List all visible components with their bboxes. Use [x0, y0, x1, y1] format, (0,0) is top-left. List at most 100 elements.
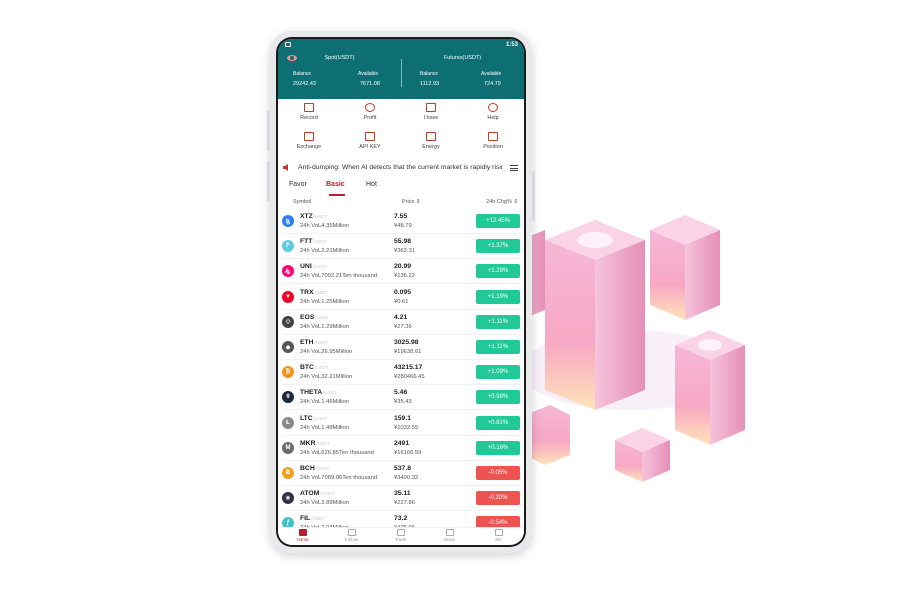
coin-symbol-text: LTC — [300, 414, 313, 422]
table-row[interactable]: ◇ EOS/USDT 24h VoL1.29Million 4.21 ¥27.36 +1.… — [278, 310, 524, 335]
table-row[interactable]: ⚛ ATOM/USDT 24h VoL3.89Million 35.11 ¥227.86… — [278, 486, 524, 512]
menu-icon[interactable] — [510, 165, 518, 171]
table-row[interactable]: M MKR/USDT 24h VoL626.85Ten thousand 2491 ¥1… — [278, 436, 524, 461]
table-row[interactable]: F FTT/USDT 24h VoL2.21Million 55.98 ¥363.31 +… — [278, 234, 524, 260]
record-icon — [304, 103, 314, 112]
nav-me[interactable]: Me — [474, 529, 523, 542]
change-badge[interactable]: +1.11% — [476, 340, 520, 354]
quote-suffix: /USDT — [313, 214, 328, 219]
futures-account[interactable]: Futures(USDT) Balance 1112.93 Available … — [401, 53, 524, 97]
coin-symbol-text: ATOM — [300, 490, 320, 498]
quote-suffix: /USDT — [323, 390, 337, 396]
coin-symbol-text: XTZ — [300, 213, 313, 220]
nav-follow[interactable]: Follow — [327, 529, 376, 542]
change-badge[interactable]: -0.05% — [476, 466, 520, 480]
quick-exchange[interactable]: Exchange — [278, 130, 340, 158]
coin-symbol: ETH/USDT — [300, 339, 328, 346]
coin-symbol-text: TRX — [300, 288, 314, 296]
nav-trade[interactable]: Trade — [376, 529, 425, 542]
notification-icon — [285, 42, 291, 47]
quote-suffix: /USDT — [314, 340, 329, 345]
quick-profit[interactable]: Profit — [339, 101, 401, 129]
change-badge[interactable]: +12.45% — [476, 214, 520, 228]
table-row[interactable]: 🦄 UNI/USDT 24h VoL7092.21Ten thousand 20.99… — [278, 259, 524, 285]
coin-symbol-text: THETA — [300, 389, 323, 397]
tab-basic[interactable]: Basic — [326, 181, 345, 188]
quick-record[interactable]: Record — [278, 101, 340, 129]
coin-symbol: EOS/USDT — [300, 314, 329, 321]
quick-position[interactable]: Position — [462, 130, 524, 158]
change-badge[interactable]: +0.16% — [476, 440, 520, 455]
nav-label: Me — [495, 537, 502, 542]
table-row[interactable]: ▼ TRX/USDT 24h VoL1.25Million 0.095 ¥0.61 +1.… — [278, 285, 524, 310]
ltc-icon: Ł — [282, 416, 294, 429]
change-badge[interactable]: -0.20% — [476, 491, 520, 506]
coin-price-cny: ¥363.31 — [394, 248, 415, 255]
change-badge[interactable]: +1.11% — [476, 314, 520, 329]
coin-price-cny: ¥280466.45 — [394, 374, 425, 381]
table-row[interactable]: Ƀ BCH/USDT 24h VoL7089.06Ten thousand 537.8… — [278, 461, 524, 486]
coin-volume: 24h VoL1.49Million — [300, 424, 349, 431]
quick-help[interactable]: Help — [462, 101, 524, 129]
table-row[interactable]: ꜩ XTZ/USDT 24h VoL4.35Million 7.55 ¥48.79 +12… — [278, 209, 524, 234]
nav-home[interactable]: Home — [278, 529, 327, 542]
profit-icon — [365, 103, 375, 112]
quick-label: Profit — [363, 115, 377, 121]
col-symbol[interactable]: Symbol — [293, 199, 311, 205]
coin-symbol-text: FIL — [300, 515, 311, 523]
spot-available-label: Available — [358, 71, 379, 77]
card-icon — [365, 132, 375, 141]
quote-suffix: /USDT — [313, 239, 327, 245]
coin-symbol: UNI/USDT — [300, 263, 326, 270]
coin-price: 2491 — [394, 439, 410, 447]
eth-icon: ◆ — [282, 341, 294, 353]
quick-energy[interactable]: Energy — [400, 130, 462, 158]
change-badge[interactable]: +0.81% — [476, 415, 520, 430]
change-badge[interactable]: +1.09% — [476, 365, 520, 380]
btc-icon: ₿ — [282, 366, 294, 379]
nav-label: News — [443, 537, 456, 542]
coin-symbol-text: MKR — [300, 439, 316, 447]
quick-label: Position — [483, 144, 503, 150]
change-badge[interactable]: +1.37% — [476, 239, 520, 254]
change-badge[interactable]: +0.98% — [476, 390, 520, 405]
tab-hot[interactable]: Hot — [366, 181, 377, 188]
ftt-icon: F — [282, 240, 294, 253]
market-tabs: Favor Basic Hot — [278, 179, 524, 196]
speaker-icon — [283, 164, 288, 171]
bottom-nav: Home Follow Trade News Me — [278, 527, 524, 545]
coin-symbol: TRX/USDT — [300, 289, 328, 296]
coin-price-cny: ¥227.86 — [394, 500, 415, 507]
quick-i-have[interactable]: I have — [400, 101, 462, 129]
change-badge[interactable]: +1.19% — [476, 289, 520, 304]
follow-icon — [347, 529, 356, 536]
quote-suffix: /USDT — [313, 415, 328, 421]
quick-api-key[interactable]: API KEY — [339, 130, 401, 158]
nav-news[interactable]: News — [425, 529, 474, 542]
table-row[interactable]: θ THETA/USDT 24h VoL1.46Million 5.46 ¥35.43 +… — [278, 385, 524, 411]
spot-account[interactable]: Spot(USDT) Balance 29242.43 Available 76… — [278, 53, 401, 97]
change-badge[interactable]: +1.28% — [476, 264, 520, 279]
coin-volume: 24h VoL1.46Million — [300, 399, 349, 406]
headset-icon — [488, 103, 498, 112]
quote-suffix: /USDT — [314, 289, 329, 295]
coin-volume: 24h VoL26.95Million — [300, 349, 353, 355]
trade-icon — [396, 529, 405, 536]
quote-suffix: /USDT — [315, 466, 330, 471]
news-icon — [445, 529, 454, 536]
quick-label: Energy — [422, 144, 440, 150]
announcement-ticker[interactable]: Anti-dumping: When AI detects that the c… — [278, 161, 524, 175]
futures-balance-label: Balance — [420, 71, 439, 77]
table-row[interactable]: ◆ ETH/USDT 24h VoL26.95Million 3025.98 ¥1963… — [278, 335, 524, 360]
trx-icon: ▼ — [282, 290, 294, 303]
table-row[interactable]: Ł LTC/USDT 24h VoL1.49Million 159.1 ¥1032.55… — [278, 411, 524, 436]
quote-suffix: /USDT — [311, 516, 325, 522]
coin-symbol-text: BCH — [300, 465, 315, 472]
col-price[interactable]: Price ⇕ — [402, 199, 421, 205]
tab-favor[interactable]: Favor — [289, 181, 307, 188]
col-change[interactable]: 24h Chg% ⇕ — [486, 199, 518, 205]
nav-label: Trade — [394, 537, 407, 542]
coin-price: 20.99 — [394, 263, 412, 271]
table-row[interactable]: ₿ BTC/USDT 24h VoL32.21Million 43215.17 ¥280… — [278, 360, 524, 386]
phone-bezel: 1:53 Spot(USDT) Balance 29242.43 Availab… — [276, 37, 526, 547]
